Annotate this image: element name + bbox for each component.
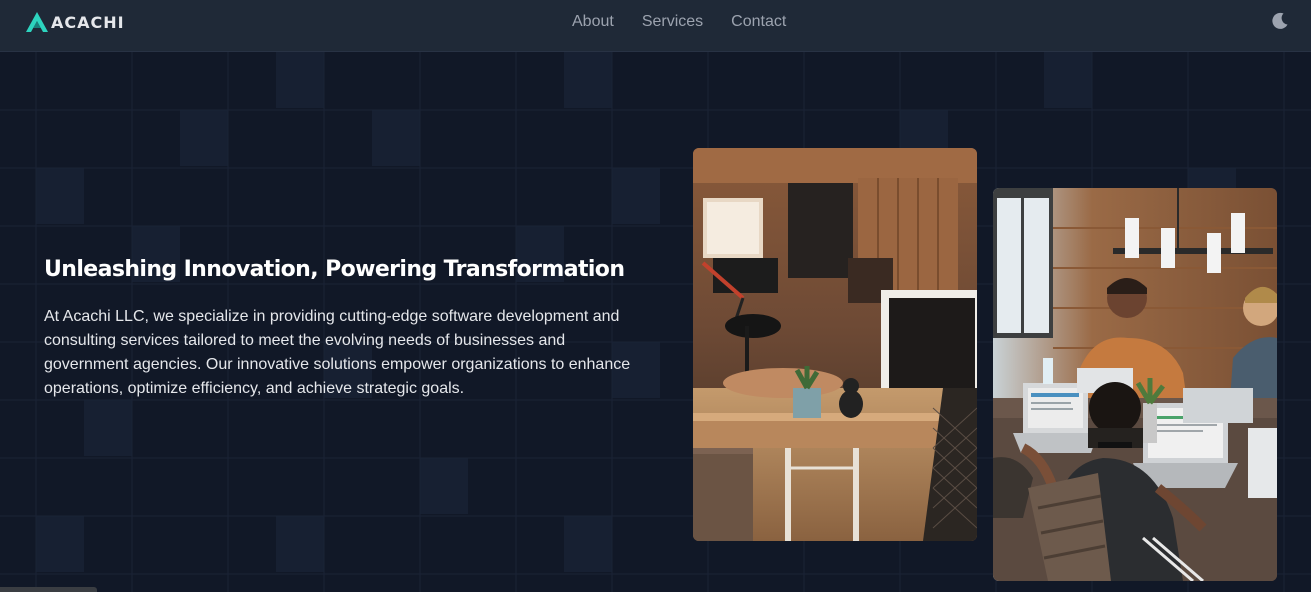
theme-toggle-button[interactable] bbox=[1271, 12, 1289, 30]
nav-link-about[interactable]: About bbox=[572, 13, 614, 31]
moon-icon bbox=[1272, 12, 1288, 29]
nav-link-contact[interactable]: Contact bbox=[731, 13, 786, 31]
hero-section: Unleashing Innovation, Powering Transfor… bbox=[0, 52, 1311, 592]
hero-description: At Acachi LLC, we specialize in providin… bbox=[44, 308, 631, 397]
brand-name: ACACHI bbox=[51, 12, 125, 32]
top-navbar: ACACHI About Services Contact bbox=[0, 0, 1311, 52]
nav-links: About Services Contact bbox=[558, 0, 800, 43]
team-working-laptops-photo bbox=[993, 188, 1277, 581]
hero-title: Unleashing Innovation, Powering Transfor… bbox=[44, 257, 625, 282]
scrollbar-tab bbox=[0, 587, 97, 592]
acachi-logo-icon bbox=[26, 12, 48, 32]
brand-logo[interactable]: ACACHI bbox=[26, 11, 125, 33]
office-workspace-photo bbox=[693, 148, 977, 541]
nav-link-services[interactable]: Services bbox=[642, 13, 703, 31]
